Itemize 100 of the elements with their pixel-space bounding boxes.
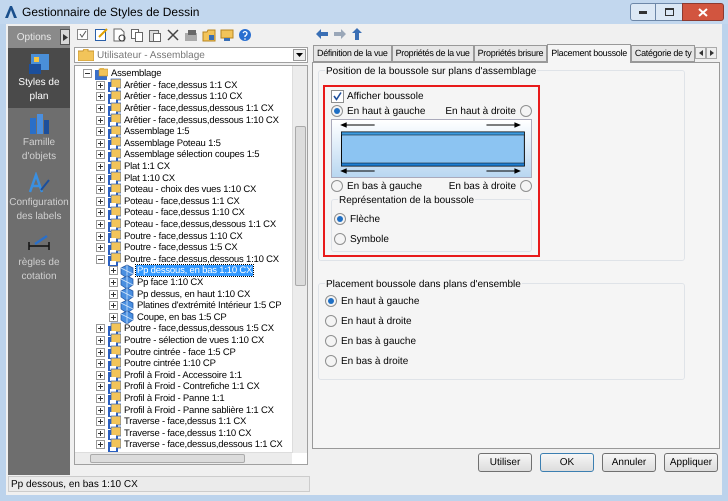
expand-icon[interactable] xyxy=(96,185,105,194)
tree-item[interactable]: Poutre cintrée - face 1:5 CP xyxy=(123,346,237,358)
expand-icon[interactable] xyxy=(96,394,105,403)
tree-item[interactable]: Assemblage xyxy=(110,68,162,80)
radio-button[interactable] xyxy=(325,295,337,307)
radio-button[interactable] xyxy=(325,315,337,327)
position-radio[interactable]: En haut à gauche xyxy=(325,293,678,309)
expand-icon[interactable] xyxy=(96,406,105,415)
expand-icon[interactable] xyxy=(96,127,105,136)
radio-button[interactable] xyxy=(331,105,343,117)
expand-icon[interactable] xyxy=(96,348,105,357)
dialog-button[interactable]: Appliquer xyxy=(664,452,718,472)
expand-icon[interactable] xyxy=(96,80,105,90)
tab-scroll-left-button[interactable] xyxy=(695,47,706,59)
tree-item[interactable]: Plat 1:1 CX xyxy=(123,161,171,172)
scroll-thumb[interactable] xyxy=(295,126,306,286)
tree-item[interactable]: Poutre - face,dessus 1:5 CX xyxy=(123,242,238,254)
tree-item[interactable]: Poteau - face,dessus 1:10 CX xyxy=(123,207,246,218)
checkbox[interactable] xyxy=(331,90,344,102)
expand-icon[interactable] xyxy=(109,266,118,276)
expand-icon[interactable] xyxy=(96,359,105,368)
collapse-icon[interactable] xyxy=(96,254,105,264)
expand-icon[interactable] xyxy=(96,150,105,160)
expand-icon[interactable] xyxy=(96,324,105,334)
representation-radio[interactable]: Flèche xyxy=(334,209,529,229)
folder-stack-icon[interactable] xyxy=(184,28,198,42)
expand-icon[interactable] xyxy=(96,220,105,230)
tree-item[interactable]: Poutre - sélection de vues 1:10 CX xyxy=(123,334,266,346)
expand-icon[interactable] xyxy=(96,243,105,252)
new-document-icon[interactable] xyxy=(112,28,126,42)
tree-item[interactable]: Plat 1:10 CX xyxy=(123,172,176,184)
tab[interactable]: Propriétés de la vue xyxy=(392,45,474,62)
radio-button[interactable] xyxy=(334,233,346,245)
tab[interactable]: Propriétés brisure xyxy=(474,45,548,62)
expand-icon[interactable] xyxy=(109,290,118,299)
tree-item[interactable]: Poutre - face,dessus,dessous 1:5 CX xyxy=(123,323,275,334)
tab[interactable]: Placement boussole xyxy=(547,44,631,63)
tree-item[interactable]: Arêtier - face,dessus 1:10 CX xyxy=(123,91,244,102)
expand-icon[interactable] xyxy=(96,138,105,148)
position-radio[interactable]: En haut à gauche xyxy=(331,103,426,119)
expand-icon[interactable] xyxy=(109,312,118,322)
radio-button[interactable] xyxy=(520,105,532,117)
tree-item[interactable]: Profil à Froid - Contrefiche 1:1 CX xyxy=(123,381,261,392)
expand-icon[interactable] xyxy=(96,196,105,206)
position-radio[interactable]: En haut à droite xyxy=(325,313,678,329)
tree-item[interactable]: Profil à Froid - Accessoire 1:1 xyxy=(123,370,243,381)
tree-item[interactable]: Pp dessus, en haut 1:10 CX xyxy=(136,288,252,300)
tree-item[interactable]: Coupe, en bas 1:5 CP xyxy=(136,312,228,323)
expand-button[interactable] xyxy=(60,29,70,45)
expand-icon[interactable] xyxy=(109,301,118,310)
tree-item[interactable]: Poutre - face,dessus,dessous 1:10 CX xyxy=(123,254,280,265)
tree-item[interactable]: Arêtier - face,dessus 1:1 CX xyxy=(123,80,238,91)
delete-icon[interactable] xyxy=(166,28,180,42)
folder-icon[interactable] xyxy=(202,28,216,42)
expand-icon[interactable] xyxy=(96,370,105,380)
radio-button[interactable] xyxy=(520,180,532,192)
dialog-button[interactable]: Utiliser xyxy=(478,452,532,472)
representation-radio[interactable]: Symbole xyxy=(334,229,529,249)
tree-item[interactable]: Assemblage Poteau 1:5 xyxy=(123,138,222,149)
copy-icon[interactable] xyxy=(130,28,144,42)
collapse-icon[interactable] xyxy=(83,69,92,78)
position-radio[interactable]: En bas à gauche xyxy=(331,178,422,194)
tree-item[interactable]: Traverse - face,dessus 1:1 CX xyxy=(123,416,248,428)
position-radio[interactable]: En haut à droite xyxy=(445,103,532,119)
tab[interactable]: Définition de la vue xyxy=(313,45,392,62)
expand-icon[interactable] xyxy=(96,417,105,426)
tree-item[interactable]: Profil à Froid - Panne 1:1 xyxy=(123,392,226,404)
tree-item[interactable]: Arêtier - face,dessus,dessous 1:1 CX xyxy=(123,103,275,114)
expand-icon[interactable] xyxy=(96,428,105,438)
tree-item[interactable]: Pp face 1:10 CX xyxy=(136,276,204,288)
expand-icon[interactable] xyxy=(96,162,105,172)
tree-item[interactable]: Traverse - face,dessus,dessous 1:1 CX xyxy=(123,439,284,450)
back-arrow-icon[interactable] xyxy=(316,29,328,39)
expand-icon[interactable] xyxy=(96,116,105,125)
style-combo[interactable]: Utilisateur - Assemblage xyxy=(74,47,308,63)
scroll-thumb[interactable] xyxy=(90,454,245,463)
expand-icon[interactable] xyxy=(96,92,105,102)
expand-icon[interactable] xyxy=(96,104,105,114)
tree-item[interactable]: Assemblage 1:5 xyxy=(123,126,190,138)
close-button[interactable] xyxy=(682,3,724,21)
tree-item[interactable]: Poutre cintrée 1:10 CP xyxy=(123,358,217,370)
tree-item[interactable]: Platines d'extrémité Intérieur 1:5 CP xyxy=(136,300,282,312)
tree-item[interactable]: Profil à Froid - Panne sablière 1:1 CX xyxy=(123,404,275,416)
tree-item[interactable]: Poteau - face,dessus,dessous 1:1 CX xyxy=(123,219,277,230)
edit-icon[interactable] xyxy=(94,28,108,42)
expand-icon[interactable] xyxy=(96,382,105,392)
checkbox-icon[interactable] xyxy=(76,28,90,42)
tree-item[interactable]: Assemblage sélection coupes 1:5 xyxy=(123,149,260,160)
help-icon[interactable] xyxy=(238,28,252,42)
position-radio[interactable]: En bas à droite xyxy=(448,178,532,194)
horizontal-scrollbar[interactable] xyxy=(75,452,292,464)
display-icon[interactable] xyxy=(220,28,234,42)
expand-icon[interactable] xyxy=(96,232,105,241)
show-compass-checkbox[interactable]: Afficher boussole xyxy=(331,89,532,103)
tree-item[interactable]: Poteau - choix des vues 1:10 CX xyxy=(123,184,258,196)
tree-item[interactable]: Arêtier - face,dessus,dessous 1:10 CX xyxy=(123,114,280,126)
dialog-button[interactable]: Annuler xyxy=(602,452,656,472)
dialog-button[interactable]: OK xyxy=(540,452,594,472)
minimize-button[interactable] xyxy=(630,3,656,21)
expand-icon[interactable] xyxy=(96,174,105,183)
